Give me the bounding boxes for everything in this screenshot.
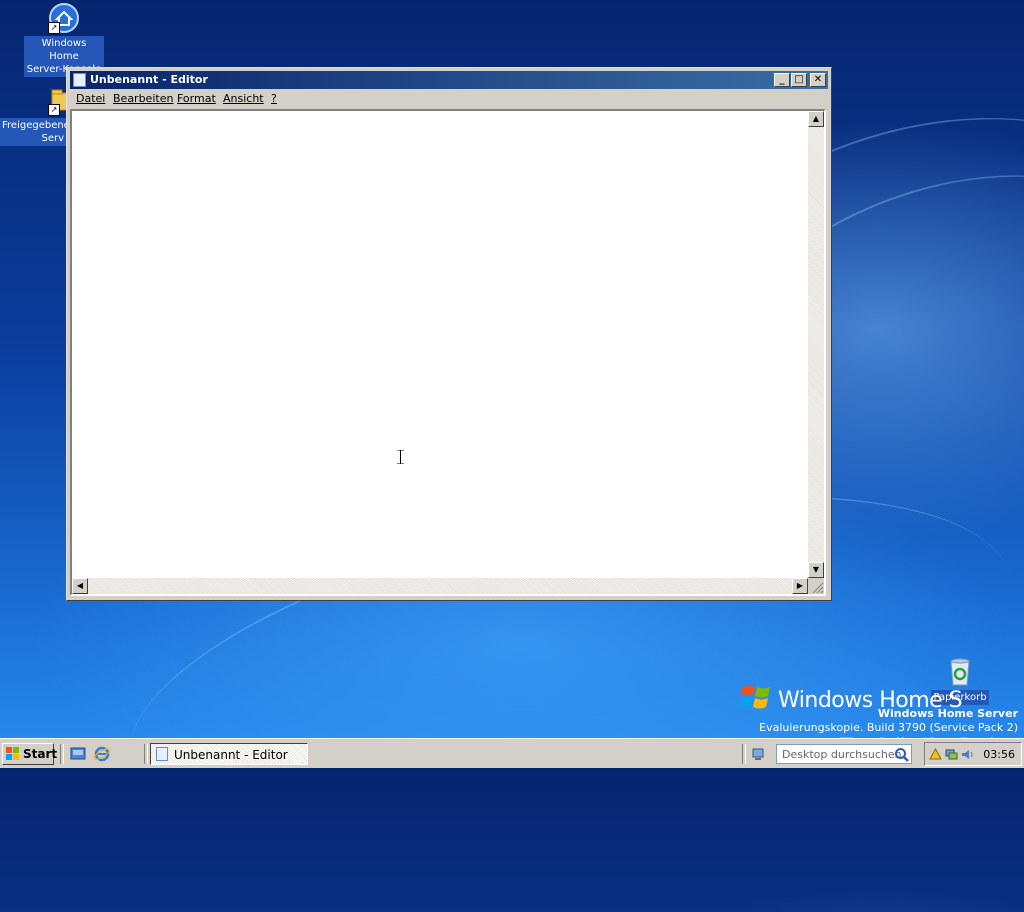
network-icon[interactable] <box>750 746 766 762</box>
scroll-up-button[interactable]: ▲ <box>808 111 824 127</box>
notepad-icon <box>156 747 168 761</box>
taskbar: Start Unbenannt - Editor Desktop durchsu… <box>0 738 1024 768</box>
horizontal-scrollbar[interactable]: ◀ ▶ <box>72 578 808 594</box>
taskbar-separator <box>144 744 148 764</box>
title-bar[interactable]: Unbenannt - Editor _ □ ✕ <box>70 71 828 89</box>
scroll-right-button[interactable]: ▶ <box>792 578 808 594</box>
notepad-window[interactable]: Unbenannt - Editor _ □ ✕ Datei Bearbeite… <box>66 67 832 601</box>
window-title: Unbenannt - Editor <box>90 73 208 86</box>
network-tray-icon[interactable] <box>945 748 958 761</box>
desktop-icon-label: Freigegebene Serv <box>0 118 70 146</box>
product-name: Windows Home Server <box>877 707 1018 720</box>
desktop-icon-home-server-console[interactable]: ↗ Windows Home Server-Konsole <box>24 2 104 77</box>
scroll-left-button[interactable]: ◀ <box>72 578 88 594</box>
menu-datei[interactable]: Datei <box>76 92 105 105</box>
resize-grip-icon[interactable] <box>808 578 824 594</box>
menu-help[interactable]: ? <box>271 92 277 105</box>
windows-flag-icon <box>740 685 770 709</box>
search-icon[interactable] <box>894 747 910 763</box>
text-editor-area[interactable]: ▲ ▼ ◀ ▶ <box>70 109 826 596</box>
build-info: Evaluierungskopie. Build 3790 (Service P… <box>759 721 1018 734</box>
text-cursor-icon <box>397 450 404 464</box>
windows-flag-icon <box>6 747 19 760</box>
start-label: Start <box>23 747 58 761</box>
notepad-icon <box>73 73 86 87</box>
clock: 03:56 <box>983 748 1015 761</box>
desktop-search-input[interactable]: Desktop durchsuchen <box>776 744 912 764</box>
recycle-bin-icon <box>944 656 976 688</box>
menu-bearbeiten[interactable]: Bearbeiten <box>113 92 173 105</box>
home-server-console-icon: ↗ <box>48 2 80 34</box>
menu-format[interactable]: Format <box>177 92 216 105</box>
shortcut-arrow-icon: ↗ <box>48 104 60 116</box>
vertical-scrollbar[interactable]: ▲ ▼ <box>808 111 824 578</box>
system-tray: 03:56 <box>924 742 1022 766</box>
minimize-button[interactable]: _ <box>774 73 790 87</box>
taskbar-separator <box>742 744 746 764</box>
volume-icon[interactable] <box>961 748 974 761</box>
security-alert-icon[interactable] <box>929 748 942 761</box>
taskbar-button-notepad[interactable]: Unbenannt - Editor <box>150 743 308 765</box>
close-button[interactable]: ✕ <box>810 73 826 87</box>
task-label: Unbenannt - Editor <box>174 748 288 762</box>
search-placeholder: Desktop durchsuchen <box>782 748 902 761</box>
menu-bar: Datei Bearbeiten Format Ansicht ? <box>70 90 828 108</box>
scroll-down-button[interactable]: ▼ <box>808 562 824 578</box>
internet-explorer-icon[interactable] <box>94 746 110 762</box>
shortcut-arrow-icon: ↗ <box>48 22 60 34</box>
show-desktop-icon[interactable] <box>70 746 86 762</box>
maximize-button[interactable]: □ <box>791 73 807 87</box>
taskbar-separator <box>60 744 64 764</box>
menu-ansicht[interactable]: Ansicht <box>223 92 264 105</box>
start-button[interactable]: Start <box>2 743 58 765</box>
